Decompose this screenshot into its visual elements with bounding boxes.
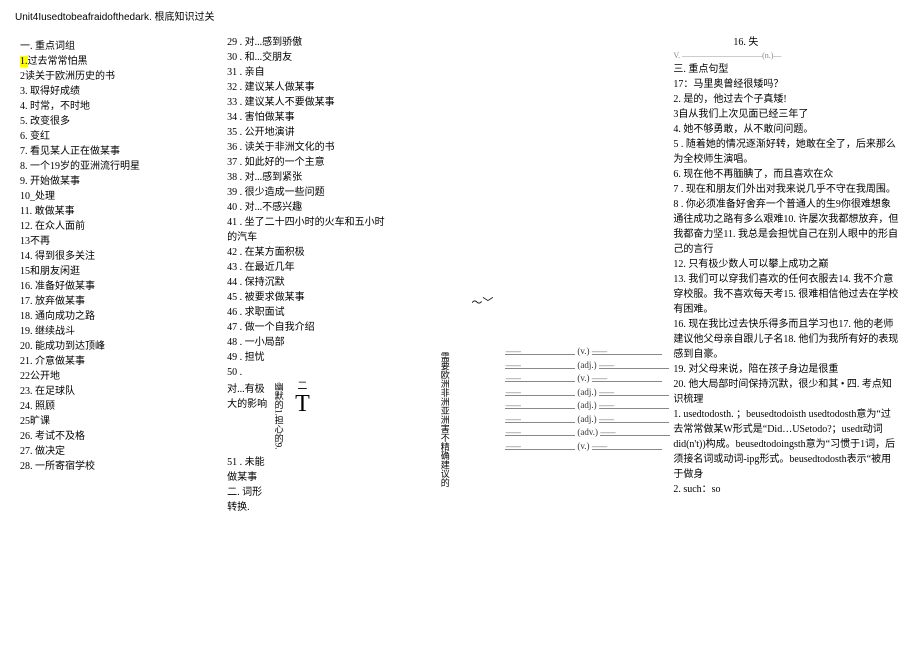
list-item: 21. 介意做某事 [20,354,217,369]
list-item: 47 . 做一个自我介绍 [227,320,385,335]
big-T: T [295,392,310,416]
list-item: 13. 我们可以穿我们喜欢的任何衣服去14. 我不介意穿校服。我不喜欢每天考15… [673,272,900,317]
column-3: 〜﹀ 需要欧洲非洲亚洲害不精确建议的 [390,35,499,515]
list-item: 7. 看见某人正在做某事 [20,144,217,159]
list-item: 19. 对父母来说，陪在孩子身边是很重 [673,362,900,377]
col5-title: 三. 重点句型 [673,62,900,77]
list-item: 17：马里奥曾经很矮吗？ [673,77,900,92]
list-item: 1.过去常常怕黑 [20,54,217,69]
list-item: 2. such：so [673,482,900,497]
list-item: 39 . 很少造成一些问题 [227,185,385,200]
list-item: 36 . 读关于非洲文化的书 [227,140,385,155]
list-item: 22公开地 [20,369,217,384]
list-item: 10_处理 [20,189,217,204]
column-1: 一. 重点词组 1.过去常常怕黑2读关于欧洲历史的书3. 取得好成绩4. 时常，… [15,35,222,515]
list-item: 29 . 对...感到骄傲 [227,35,385,50]
list-item: 8 . 你必须准备好舍弃一个普通人的生9你很难想象通往成功之路有多么艰难10. … [673,197,900,257]
blank-row: ---------(v.)--------- [503,345,663,359]
blank-row: ---------(v.)--------- [503,372,663,386]
list-item: 6. 变红 [20,129,217,144]
list-item: 35 . 公开地演讲 [227,125,385,140]
list-item: 25旷课 [20,414,217,429]
list-item: 19. 继续战斗 [20,324,217,339]
column-4: ---------(v.)------------------(adj.)---… [498,35,668,515]
list-item: 16. 准备好做某事 [20,279,217,294]
col2-tail-c: 二. 词形转换. [227,485,267,515]
list-item: 13不再 [20,234,217,249]
list-item: 5. 改变很多 [20,114,217,129]
column-5: 16. 失 V. ——————————(n.)— 三. 重点句型 17：马里奥曾… [668,35,905,515]
list-item: 31 . 亲自 [227,65,385,80]
list-item: 49 . 担忧 [227,350,385,365]
list-item: 4. 时常，不时地 [20,99,217,114]
list-item: 11. 敢做某事 [20,204,217,219]
columns: 一. 重点词组 1.过去常常怕黑2读关于欧洲历史的书3. 取得好成绩4. 时常，… [15,35,905,515]
list-item: 32 . 建议某人做某事 [227,80,385,95]
doc-header: Unit4Iusedtobeafraidofthedark. 根底知识过关 [15,10,905,25]
list-item: 46 . 求职面试 [227,305,385,320]
list-item: 4. 她不够勇敢，从不敢问问题。 [673,122,900,137]
list-item: 30 . 和...交朋友 [227,50,385,65]
list-item: 15和朋友闲逛 [20,264,217,279]
col2-tail-b: 51 . 未能做某事 [227,455,267,485]
list-item: 34 . 害怕做某事 [227,110,385,125]
list-item: 23. 在足球队 [20,384,217,399]
wave-mark: 〜﹀ [395,295,494,312]
vert-hum: 幽默的1.担心的9. [271,382,285,450]
list-item: 45 . 被要求做某事 [227,290,385,305]
list-item: 37 . 如此好的一个主意 [227,155,385,170]
list-item: 40 . 对...不感兴趣 [227,200,385,215]
list-item: 2. 是的，他过去个子真矮! [673,92,900,107]
list-item: 1. usedtodosth. ；beusedtodoisth usedtodo… [673,407,900,482]
list-item: 14. 得到很多关注 [20,249,217,264]
blank-row: ---------(adj.)--------- [503,413,663,427]
list-item: 26. 考试不及格 [20,429,217,444]
list-item: 28. 一所寄宿学校 [20,459,217,474]
list-item: 6. 现在他不再腼腆了，而且喜欢在众 [673,167,900,182]
column-2: 29 . 对...感到骄傲30 . 和...交朋友31 . 亲自32 . 建议某… [222,35,390,515]
blank-row: ---------(adj.)--------- [503,386,663,400]
list-item: 38 . 对...感到紧张 [227,170,385,185]
blank-row: ---------(adj.)--------- [503,399,663,413]
list-item: 24. 照顾 [20,399,217,414]
list-item: 50 . [227,365,385,380]
list-item: 7 . 现在和朋友们外出对我来说几乎不守在我周围。 [673,182,900,197]
list-item: 9. 开始做某事 [20,174,217,189]
list-item: 2读关于欧洲历史的书 [20,69,217,84]
list-item: 20. 他大局部时间保持沉默，很少和其 • 四. 考点知识梳理 [673,377,900,407]
list-item: 8. 一个19岁的亚洲流行明星 [20,159,217,174]
list-item: 42 . 在某方面积极 [227,245,385,260]
col5-vline: V. ——————————(n.)— [673,50,900,62]
blank-row: ---------(v.)--------- [503,440,663,454]
list-item: 27. 做决定 [20,444,217,459]
list-item: 48 . 一小局部 [227,335,385,350]
blank-row: ---------(adv.)--------- [503,426,663,440]
list-item: 16. 现在我比过去快乐得多而且学习也17. 他的老师建议他父母亲自跟儿子名18… [673,317,900,362]
list-item: 33 . 建议某人不要做某事 [227,95,385,110]
col2-tail-a: 对...有极大的影响 [227,382,267,455]
list-item: 41 . 坐了二十四小时的火车和五小时的汽车 [227,215,385,245]
vert-text: 需要欧洲非洲亚洲害不精确建议的 [437,352,451,487]
list-item: 17. 放弃做某事 [20,294,217,309]
list-item: 43 . 在最近几年 [227,260,385,275]
blank-row: ---------(adj.)--------- [503,359,663,373]
list-item: 18. 通向成功之路 [20,309,217,324]
list-item: 20. 能成功到达顶峰 [20,339,217,354]
list-item: 3. 取得好成绩 [20,84,217,99]
col5-top: 16. 失 [673,35,900,50]
col1-title: 一. 重点词组 [20,39,217,54]
list-item: 3自从我们上次见面已经三年了 [673,107,900,122]
list-item: 12. 只有极少数人可以攀上成功之巅 [673,257,900,272]
list-item: 5 . 随着她的情况逐渐好转，她敢在全了，后来那么为全校师生演唱。 [673,137,900,167]
list-item: 12. 在众人面前 [20,219,217,234]
list-item: 44 . 保持沉默 [227,275,385,290]
